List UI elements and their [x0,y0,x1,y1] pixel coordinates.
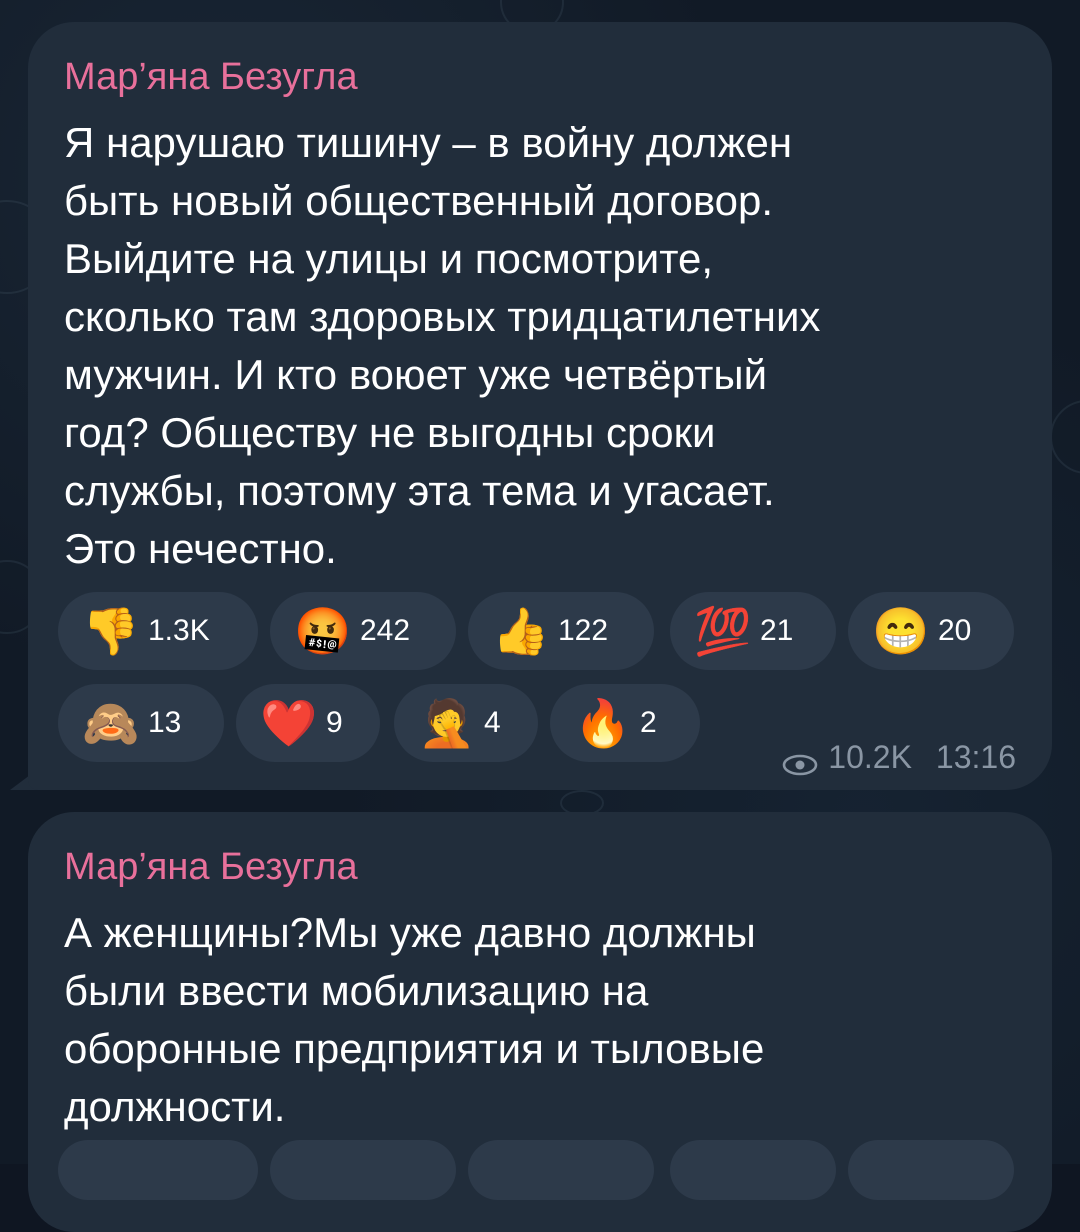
cursing-face-icon: 🤬 [294,605,352,657]
message-text: А женщины?Мы уже давно должны были ввест… [64,904,1016,1136]
reaction-count: 2 [640,706,657,739]
reaction-chip-cursing-face[interactable]: 🤬 242 [270,592,456,670]
reaction-chip-fire[interactable]: 🔥 2 [550,684,700,762]
message-text-line: сколько там здоровых тридцатилетних [64,293,821,340]
message-text-line: Это нечестно. [64,525,337,572]
reaction-chip-grinning-face[interactable]: 😁 20 [848,592,1014,670]
reaction-chip-red-heart[interactable]: ❤️ 9 [236,684,380,762]
reaction-count: 9 [326,706,343,739]
reaction-chip-hundred-points[interactable]: 💯 21 [670,592,836,670]
reaction-chip-thumbs-up[interactable]: 👍 122 [468,592,654,670]
eye-icon [782,747,818,775]
message-bubble[interactable]: Мар’яна Безугла Я нарушаю тишину – в вой… [28,22,1052,790]
reaction-chip-partial[interactable] [270,1140,456,1200]
message-text-line: службы, поэтому эта тема и угасает. [64,467,775,514]
message-text-line: оборонные предприятия и тыловые [64,1025,765,1072]
message-text: Я нарушаю тишину – в войну должен быть н… [64,114,1016,578]
reaction-chip-partial[interactable] [58,1140,258,1200]
reaction-count: 13 [148,706,182,739]
reaction-chip-facepalm[interactable]: 🤦 4 [394,684,538,762]
reaction-chip-partial[interactable] [848,1140,1014,1200]
see-no-evil-monkey-icon: 🙈 [82,697,140,749]
grinning-face-icon: 😁 [872,605,930,657]
message-text-line: Я нарушаю тишину – в войну должен [64,119,793,166]
message-text-line: год? Обществу не выгодны сроки [64,409,716,456]
reaction-count: 20 [938,614,972,647]
hundred-points-icon: 💯 [694,605,752,657]
message-text-line: Выйдите на улицы и посмотрите, [64,235,713,282]
thumbs-down-icon: 👎 [82,605,140,657]
message-time: 13:16 [935,739,1016,775]
message-text-line: быть новый общественный договор. [64,177,774,224]
message-author[interactable]: Мар’яна Безугла [64,844,1016,890]
message-meta: 10.2K 13:16 [782,739,1016,776]
fire-icon: 🔥 [574,697,632,749]
message-text-line: мужчин. И кто воюет уже четвёртый [64,351,768,398]
reaction-count: 1.3K [148,614,210,647]
message-text-line: были ввести мобилизацию на [64,967,649,1014]
thumbs-up-icon: 👍 [492,605,550,657]
reaction-chip-partial[interactable] [670,1140,836,1200]
message-author[interactable]: Мар’яна Безугла [64,54,1016,100]
reaction-count: 21 [760,614,794,647]
view-count: 10.2K [828,739,912,775]
wallpaper-doodle [1050,400,1080,474]
red-heart-icon: ❤️ [260,697,318,749]
facepalm-icon: 🤦 [418,697,476,749]
message-text-line: А женщины?Мы уже давно должны [64,909,756,956]
reaction-count: 242 [360,614,411,647]
reaction-count: 122 [558,614,609,647]
message-text-line: должности. [64,1083,286,1130]
reaction-chip-see-no-evil-monkey[interactable]: 🙈 13 [58,684,224,762]
reaction-count: 4 [484,706,501,739]
reaction-chip-partial[interactable] [468,1140,654,1200]
reaction-chip-thumbs-down[interactable]: 👎 1.3K [58,592,258,670]
